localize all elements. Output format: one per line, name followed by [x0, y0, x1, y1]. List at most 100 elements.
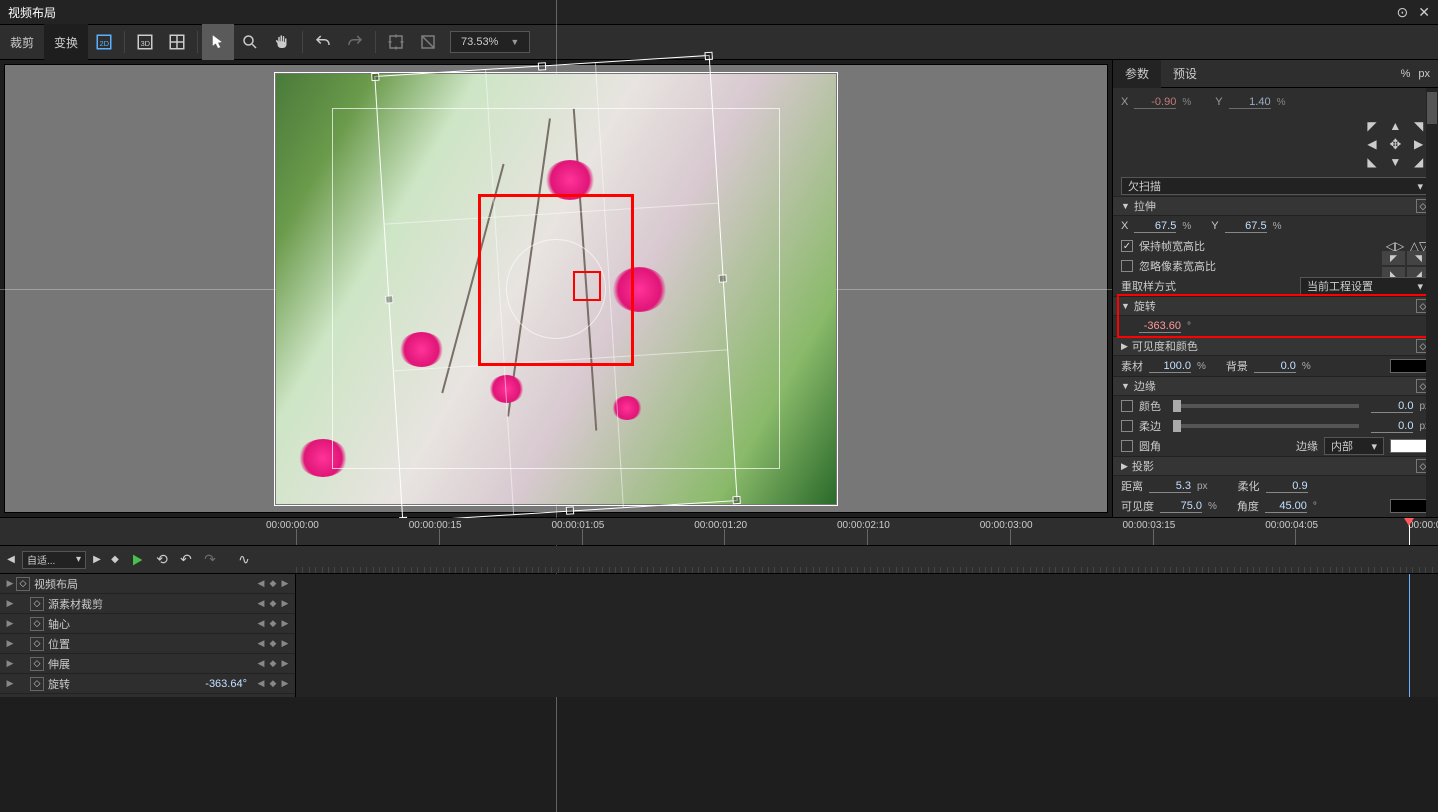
tab-crop[interactable]: 裁剪 — [0, 24, 44, 60]
time-ruler-minor[interactable] — [296, 546, 1438, 573]
play-button[interactable] — [126, 549, 148, 571]
nudge-n-icon[interactable]: ▲ — [1385, 118, 1405, 134]
edge-color-px[interactable]: 0.0 — [1371, 400, 1413, 413]
loop-icon[interactable]: ⟲ — [152, 550, 172, 570]
expand-icon[interactable]: ▶ — [4, 638, 16, 649]
hand-tool-icon[interactable] — [266, 24, 298, 60]
track-row[interactable]: ▶◇轴心◀◆▶ — [0, 614, 295, 634]
edge-color-slider[interactable] — [1173, 404, 1359, 408]
safe-frame-icon[interactable] — [380, 24, 412, 60]
curve-icon[interactable]: ∿ — [234, 550, 254, 570]
keyframe-icon[interactable]: ◇ — [30, 617, 44, 631]
edge-soft-check[interactable] — [1121, 420, 1133, 432]
next-kf-icon[interactable]: ▶ — [279, 578, 291, 589]
bg-opacity[interactable]: 0.0 — [1254, 360, 1296, 373]
add-kf-icon[interactable]: ◆ — [267, 638, 279, 649]
shadow-color-swatch[interactable] — [1390, 499, 1430, 513]
track-row[interactable]: ▶◇视频布局◀◆▶ — [0, 574, 295, 594]
nudge-w-icon[interactable]: ◀ — [1362, 136, 1382, 152]
edge-soft-px[interactable]: 0.0 — [1371, 420, 1413, 433]
add-kf-icon[interactable]: ◆ — [267, 598, 279, 609]
next-kf-icon[interactable]: ▶ — [279, 618, 291, 629]
unit-percent[interactable]: % — [1401, 68, 1411, 80]
prev-kf-icon[interactable]: ◀ — [255, 678, 267, 689]
section-rotate[interactable]: ▼ 旋转 ◇ — [1113, 296, 1438, 316]
prev-kf-icon[interactable]: ◀ — [255, 658, 267, 669]
nudge-s-icon[interactable]: ▼ — [1385, 154, 1405, 170]
section-visibility[interactable]: ▶ 可见度和颜色 ◇ — [1113, 336, 1438, 356]
params-scrollbar[interactable] — [1426, 88, 1438, 517]
close-icon[interactable]: ✕ — [1418, 4, 1430, 21]
edge-round-check[interactable] — [1121, 440, 1133, 452]
bg-color-swatch[interactable] — [1390, 359, 1430, 373]
stretch-y-val[interactable]: 67.5 — [1225, 220, 1267, 233]
section-stretch[interactable]: ▼ 拉伸 ◇ — [1113, 196, 1438, 216]
material-opacity[interactable]: 100.0 — [1149, 360, 1191, 373]
edge-color-check[interactable] — [1121, 400, 1133, 412]
overscan-dropdown[interactable]: 欠扫描▾ — [1121, 177, 1430, 195]
keyframe-icon[interactable]: ◇ — [30, 597, 44, 611]
canvas[interactable] — [4, 64, 1108, 513]
expand-icon[interactable]: ▶ — [4, 678, 16, 689]
ignore-par-check[interactable] — [1121, 260, 1133, 272]
nudge-nw-icon[interactable]: ◤ — [1362, 118, 1382, 134]
zoom-dropdown[interactable]: 73.53% ▼ — [450, 31, 530, 53]
resample-dropdown[interactable]: 当前工程设置▾ — [1300, 277, 1430, 295]
grid-icon[interactable] — [161, 24, 193, 60]
expand-icon[interactable]: ▶ — [4, 618, 16, 629]
mode-2d-icon[interactable]: 2D — [88, 24, 120, 60]
next-kf-icon[interactable]: ▶ — [279, 638, 291, 649]
playhead-line[interactable] — [1409, 574, 1410, 697]
keep-aspect-check[interactable]: ✓ — [1121, 240, 1133, 252]
time-ruler[interactable]: 00:00:00:0000:00:00:1500:00:01:0500:00:0… — [296, 518, 1438, 545]
shadow-soft[interactable]: 0.9 — [1266, 480, 1308, 493]
redo-icon[interactable] — [339, 24, 371, 60]
edge-soft-slider[interactable] — [1173, 424, 1359, 428]
tab-preset[interactable]: 预设 — [1161, 60, 1209, 88]
add-kf-icon[interactable]: ◆ — [267, 618, 279, 629]
arrow-tool-icon[interactable] — [202, 24, 234, 60]
fit-tl-icon[interactable]: ◤ — [1382, 251, 1405, 265]
undo-tl-icon[interactable]: ↶ — [176, 550, 196, 570]
nudge-center-icon[interactable]: ✥ — [1385, 136, 1405, 152]
track-row[interactable]: ▶◇源素材裁剪◀◆▶ — [0, 594, 295, 614]
keyframe-icon[interactable]: ◇ — [30, 657, 44, 671]
zoom-tool-icon[interactable] — [234, 24, 266, 60]
tab-params[interactable]: 参数 — [1113, 60, 1161, 88]
stretch-x-val[interactable]: 67.5 — [1134, 220, 1176, 233]
top-y-val[interactable]: 1.40 — [1229, 96, 1271, 109]
keyframe-icon[interactable]: ◇ — [30, 677, 44, 691]
expand-icon[interactable]: ▶ — [4, 598, 16, 609]
nudge-sw-icon[interactable]: ◣ — [1362, 154, 1382, 170]
unit-px[interactable]: px — [1418, 68, 1430, 80]
edge-color-swatch[interactable] — [1390, 439, 1430, 453]
keyframe-icon[interactable]: ◇ — [30, 637, 44, 651]
prev-kf-icon[interactable]: ◀ — [255, 618, 267, 629]
top-x-val[interactable]: -0.90 — [1134, 96, 1176, 109]
next-kf-icon[interactable]: ▶ — [279, 658, 291, 669]
keyframe-icon[interactable]: ◇ — [16, 577, 30, 591]
prev-key-icon[interactable]: ◀ — [4, 551, 18, 569]
popout-icon[interactable]: ⊙ — [1397, 4, 1409, 21]
track-row[interactable]: ▶◇位置◀◆▶ — [0, 634, 295, 654]
track-value[interactable]: -363.64° — [205, 678, 247, 690]
mode-3d-icon[interactable]: 3D — [129, 24, 161, 60]
section-edge[interactable]: ▼ 边缘 ◇ — [1113, 376, 1438, 396]
tab-transform[interactable]: 变换 — [44, 24, 88, 60]
next-kf-icon[interactable]: ▶ — [279, 598, 291, 609]
prev-kf-icon[interactable]: ◀ — [255, 598, 267, 609]
track-row[interactable]: ▶◇伸展◀◆▶ — [0, 654, 295, 674]
track-row[interactable]: ▶◇旋转-363.64°◀◆▶ — [0, 674, 295, 694]
prev-kf-icon[interactable]: ◀ — [255, 638, 267, 649]
next-key-icon[interactable]: ▶ — [90, 551, 104, 569]
track-area[interactable] — [296, 574, 1438, 697]
rotate-val[interactable]: -363.60 — [1139, 320, 1181, 333]
add-kf-icon[interactable]: ◆ — [267, 658, 279, 669]
redo-tl-icon[interactable]: ↷ — [200, 550, 220, 570]
section-shadow[interactable]: ▶ 投影 ◇ — [1113, 456, 1438, 476]
prev-kf-icon[interactable]: ◀ — [255, 578, 267, 589]
playhead[interactable] — [1409, 518, 1410, 545]
add-kf-icon[interactable]: ◆ — [267, 578, 279, 589]
next-kf-icon[interactable]: ▶ — [279, 678, 291, 689]
fit-dropdown[interactable]: 自适...▾ — [22, 551, 86, 569]
